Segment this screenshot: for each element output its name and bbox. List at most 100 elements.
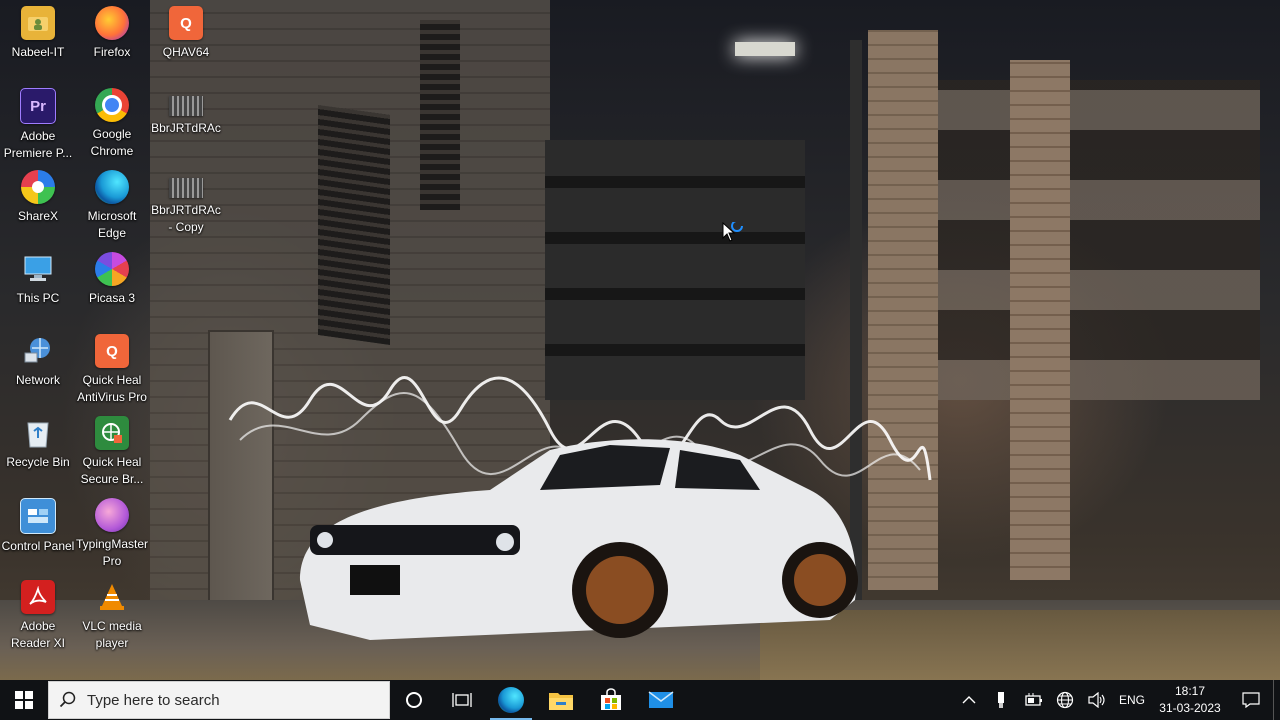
desktop-icon-this-pc[interactable]: This PC — [0, 248, 76, 326]
input-language-indicator[interactable]: ENG — [1113, 693, 1151, 707]
sharex-icon — [21, 170, 55, 204]
wallpaper-vent — [318, 104, 390, 346]
vlc-icon — [95, 580, 129, 614]
this-pc-icon — [21, 252, 55, 286]
taskbar-app-store[interactable] — [586, 680, 636, 720]
desktop-icon-label: BbrJRTdRAc - Copy — [151, 203, 221, 234]
wallpaper-parking-floors — [930, 80, 1260, 400]
desktop-icon-control-panel[interactable]: Control Panel — [0, 494, 76, 572]
desktop-icon-picasa[interactable]: Picasa 3 — [74, 248, 150, 326]
desktop-icon-quick-heal-antivirus[interactable]: Q Quick Heal AntiVirus Pro — [74, 330, 150, 408]
desktop-icon-network[interactable]: Network — [0, 330, 76, 408]
show-hidden-icons-button[interactable] — [953, 680, 985, 720]
wallpaper-pillar — [868, 30, 938, 590]
desktop-icon-label: Firefox — [93, 45, 131, 59]
desktop-icon-label: Recycle Bin — [6, 455, 70, 469]
taskbar-search-box[interactable]: Type here to search — [48, 681, 390, 719]
globe-network-icon — [1056, 691, 1074, 709]
desktop-icon-nabeel-it[interactable]: Nabeel-IT — [0, 2, 76, 80]
desktop-icon-firefox[interactable]: Firefox — [74, 2, 150, 80]
tray-usb-device-button[interactable] — [985, 680, 1017, 720]
battery-plug-icon — [1025, 693, 1042, 706]
wallpaper-pillar — [1010, 60, 1070, 580]
picasa-icon — [95, 252, 129, 286]
desktop-icon-recycle-bin[interactable]: Recycle Bin — [0, 412, 76, 490]
firefox-icon — [95, 6, 129, 40]
desktop-icon-label: Google Chrome — [90, 127, 134, 158]
desktop-icon-label: BbrJRTdRAc — [151, 121, 221, 135]
desktop-icon-label: Adobe Reader XI — [10, 619, 66, 650]
desktop-icon-label: Picasa 3 — [88, 291, 136, 305]
search-placeholder: Type here to search — [87, 691, 220, 709]
tray-volume-button[interactable] — [1081, 680, 1113, 720]
desktop-icon-label: Nabeel-IT — [11, 45, 65, 59]
desktop-icon-typingmaster[interactable]: TypingMaster Pro — [74, 494, 150, 572]
store-icon — [601, 688, 621, 710]
wallpaper-vent — [420, 20, 460, 210]
desktop-icon-sharex[interactable]: ShareX — [0, 166, 76, 244]
desktop-icon-bbrjrtdrac[interactable]: BbrJRTdRAc — [148, 84, 224, 162]
chrome-icon — [95, 88, 129, 122]
desktop-icon-microsoft-edge[interactable]: Microsoft Edge — [74, 166, 150, 244]
desktop-icon-bbrjrtdrac-copy[interactable]: BbrJRTdRAc - Copy — [148, 166, 224, 244]
typingmaster-icon — [95, 498, 129, 532]
cortana-button[interactable] — [390, 680, 438, 720]
tray-network-button[interactable] — [1049, 680, 1081, 720]
desktop-icon-label: Quick Heal AntiVirus Pro — [77, 373, 147, 404]
wallpaper-lamp — [735, 42, 795, 56]
task-view-button[interactable] — [438, 680, 486, 720]
desktop-icon-label: QHAV64 — [162, 45, 210, 59]
network-icon — [21, 334, 55, 368]
system-tray: ENG 18:17 31-03-2023 — [953, 680, 1280, 720]
video-file-icon — [169, 96, 203, 116]
speaker-icon — [1088, 692, 1105, 708]
wallpaper-car — [300, 439, 858, 640]
action-center-button[interactable] — [1229, 680, 1273, 720]
user-folder-icon — [21, 6, 55, 40]
cortana-circle-icon — [406, 692, 422, 708]
start-button[interactable] — [0, 680, 48, 720]
desktop-icon-label: TypingMaster Pro — [75, 537, 149, 568]
taskbar: Type here to search ENG 18:17 31-03-2023 — [0, 680, 1280, 720]
desktop-icon-label: This PC — [16, 291, 60, 305]
taskbar-app-file-explorer[interactable] — [536, 680, 586, 720]
desktop-icon-label: ShareX — [17, 209, 59, 223]
video-file-icon — [169, 178, 203, 198]
adobe-reader-icon — [21, 580, 55, 614]
taskbar-app-mail[interactable] — [636, 680, 686, 720]
clock-time: 18:17 — [1174, 684, 1206, 698]
control-panel-icon — [20, 498, 56, 534]
recycle-bin-icon — [21, 416, 55, 450]
chevron-up-icon — [962, 696, 976, 704]
desktop-icon-google-chrome[interactable]: Google Chrome — [74, 84, 150, 162]
desktop-icon-qhav64[interactable]: Q QHAV64 — [148, 2, 224, 80]
quickheal-setup-icon: Q — [169, 6, 203, 40]
desktop-icon-label: Adobe Premiere P... — [3, 129, 73, 160]
notification-icon — [1242, 692, 1260, 708]
premiere-icon: Pr — [20, 88, 56, 124]
quickheal-icon: Q — [95, 334, 129, 368]
taskbar-clock[interactable]: 18:17 31-03-2023 — [1151, 683, 1229, 717]
desktop[interactable]: Nabeel-IT Firefox Q QHAV64 Pr Adobe Prem… — [0, 0, 1280, 680]
edge-icon — [95, 170, 129, 204]
mail-icon — [648, 691, 674, 708]
quickheal-browser-icon — [95, 416, 129, 450]
folder-icon — [549, 693, 573, 710]
desktop-icon-label: Quick Heal Secure Br... — [80, 455, 144, 486]
edge-icon — [498, 687, 524, 713]
show-desktop-button[interactable] — [1273, 680, 1280, 720]
desktop-icon-label: Microsoft Edge — [87, 209, 137, 240]
desktop-icon-adobe-premiere[interactable]: Pr Adobe Premiere P... — [0, 84, 76, 162]
desktop-icon-adobe-reader[interactable]: Adobe Reader XI — [0, 576, 76, 654]
tray-battery-button[interactable] — [1017, 680, 1049, 720]
desktop-icon-label: Network — [15, 373, 60, 387]
desktop-icon-label: Control Panel — [1, 539, 75, 553]
usb-drive-icon — [998, 692, 1004, 708]
desktop-icon-quick-heal-secure-browser[interactable]: Quick Heal Secure Br... — [74, 412, 150, 490]
mouse-pointer-busy-icon — [722, 220, 746, 251]
desktop-icon-vlc[interactable]: VLC media player — [74, 576, 150, 654]
desktop-icon-label: VLC media player — [82, 619, 142, 650]
taskbar-app-edge[interactable] — [486, 680, 536, 720]
windows-logo-icon — [15, 691, 33, 709]
clock-date: 31-03-2023 — [1159, 701, 1221, 715]
